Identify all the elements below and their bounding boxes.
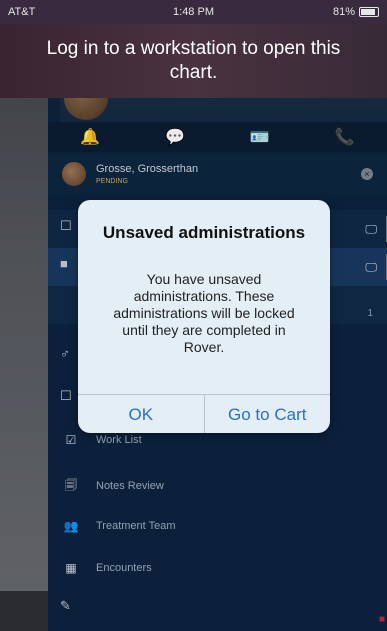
banner-message: Log in to a workstation to open this cha… [46, 38, 341, 83]
battery-percent: 81% [332, 6, 355, 18]
corner-marker: ■ [378, 614, 385, 625]
alert-title: Unsaved administrations [102, 223, 306, 242]
battery-icon [359, 7, 379, 17]
alert-message: You have unsaved administrations. These … [113, 271, 295, 355]
alert-actions: OK Go to Cart [78, 394, 330, 433]
ok-button[interactable]: OK [78, 395, 204, 433]
unsaved-administrations-alert: Unsaved administrations You have unsaved… [78, 200, 330, 433]
battery-indicator: 81% [333, 6, 379, 18]
workstation-banner: Log in to a workstation to open this cha… [0, 24, 387, 98]
go-to-cart-button[interactable]: Go to Cart [203, 395, 331, 433]
status-bar: AT&T 1:48 PM 81% [0, 0, 387, 24]
clock: 1:48 PM [173, 6, 214, 18]
